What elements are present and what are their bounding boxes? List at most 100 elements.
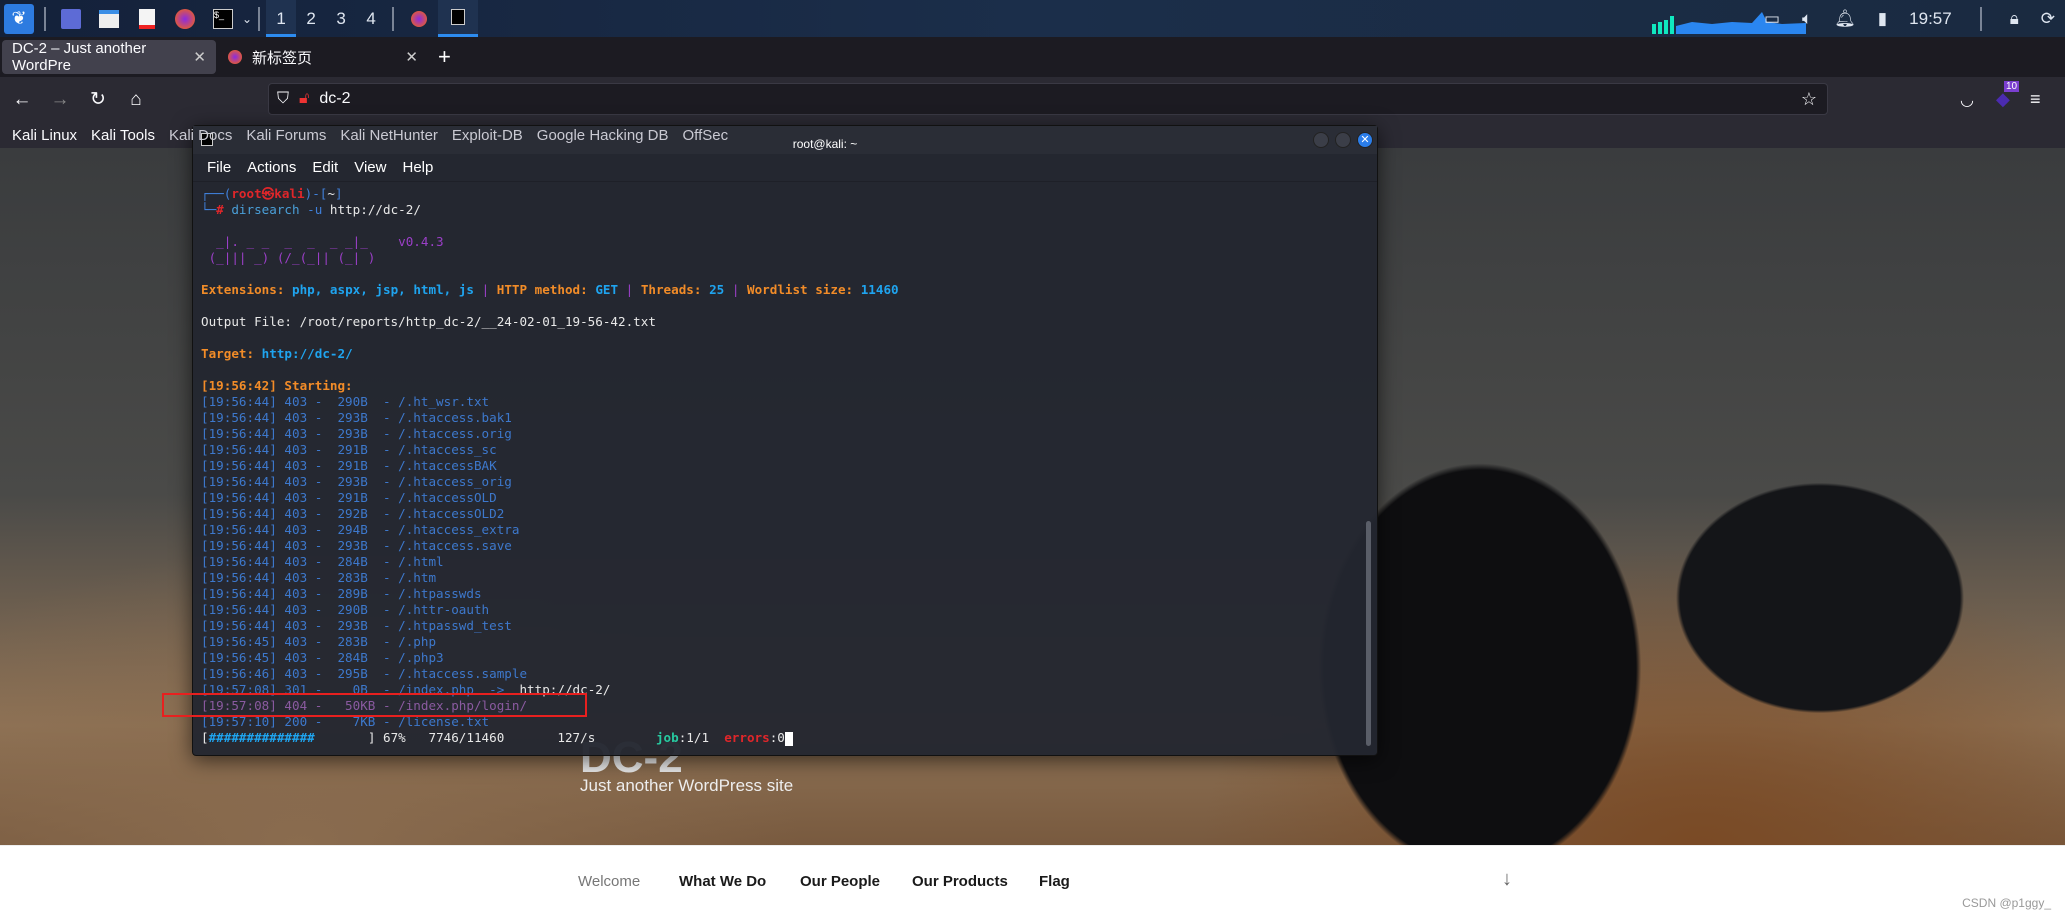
close-icon[interactable]: ✕ [193,48,206,66]
terminal-text: # [216,202,224,217]
terminal-text: Extensions: [201,282,292,297]
workspace-1[interactable]: 1 [266,0,297,37]
menu-edit[interactable]: Edit [312,159,338,176]
new-tab-button[interactable]: + [438,44,451,70]
lock-icon[interactable]: 🔒︎ [2010,9,2019,29]
terminal-line: [19:56:44] 403 - 293B - /.htaccess_orig [201,474,1357,490]
tab-label: DC-2 – Just another WordPre [12,40,147,74]
terminal-line: [19:56:44] 403 - 289B - /.htpasswds [201,586,1357,602]
nav-our-products[interactable]: Our Products [912,873,1008,890]
reload-icon[interactable]: ↻ [82,88,114,111]
minimize-button[interactable] [1313,132,1329,148]
tab-dc2[interactable]: DC-2 – Just another WordPre ✕ [2,40,216,74]
terminal-window-icon[interactable] [438,0,479,37]
bookmark-exploit-db[interactable]: Exploit-DB [452,127,523,144]
battery-icon[interactable]: ▮ [1878,9,1887,29]
desktop-icon[interactable] [56,4,86,34]
workspace-2[interactable]: 2 [296,0,326,37]
terminal-output[interactable]: ┌──(root㉿kali)-[~] └─# dirsearch -u http:… [201,186,1357,746]
menu-view[interactable]: View [354,159,386,176]
terminal-window[interactable]: root@kali: ~ ✕ File Actions Edit View He… [192,125,1378,756]
star-icon[interactable]: ☆ [1801,89,1817,110]
close-icon[interactable]: ✕ [405,48,418,66]
terminal-text: Output File: /root/reports/http_dc-2/__2… [201,314,656,329]
terminal-line: [19:56:44] 403 - 294B - /.htaccess_extra [201,522,1357,538]
terminal-text: ┌──( [201,186,232,201]
firefox-window-icon[interactable] [404,4,434,34]
notification-bell-icon[interactable]: 🔔︎ [1834,9,1856,29]
url-text[interactable]: dc-2 [319,90,350,108]
bookmark-kali-linux[interactable]: Kali Linux [12,127,77,144]
divider [44,6,46,31]
url-bar[interactable]: ⛉ 🔓︎ dc-2 ☆ [268,83,1828,115]
back-icon[interactable]: ← [6,89,38,111]
workspace-4[interactable]: 4 [356,0,386,37]
insecure-lock-icon[interactable]: 🔓︎ [299,90,309,108]
maximize-button[interactable] [1335,132,1351,148]
terminal-title: root@kali: ~ [792,137,858,151]
chevron-down-icon[interactable]: ⌄ [242,12,252,26]
shield-icon[interactable]: ⛉ [277,90,289,108]
kali-menu-icon[interactable]: ❦ [4,3,34,34]
menu-actions[interactable]: Actions [247,159,296,176]
forward-icon[interactable]: → [44,89,76,111]
terminal-line: [19:56:45] 403 - 284B - /.php3 [201,650,1357,666]
pocket-icon[interactable]: ◡ [1960,90,1974,110]
home-icon[interactable]: ⌂ [120,89,152,111]
bookmark-kali-docs[interactable]: Kali Docs [169,127,232,144]
firefox-icon[interactable] [170,4,200,34]
menu-icon[interactable]: ≡ [2030,89,2041,110]
terminal-text: Threads: [640,282,710,297]
terminal-text: [19:56:44] 403 - 291B - /.htaccessOLD [201,490,497,505]
taskbar: ❦ $_ ⌄ 1 2 3 4 ▭ 🔈︎ 🔔︎ ▮ 19:57 🔒︎ ⟳ [0,0,2065,37]
terminal-text: v0.4.3 [398,234,444,249]
menu-file[interactable]: File [207,159,231,176]
terminal-icon[interactable]: $_ [208,4,238,34]
scrollbar[interactable] [1366,521,1371,746]
terminal-text: [19:56:44] 403 - 293B - /.htaccess.bak1 [201,410,512,425]
tab-label: 新标签页 [252,49,313,67]
clock[interactable]: 19:57 [1909,9,1952,29]
volume-icon[interactable]: 🔈︎ [1802,9,1812,29]
divider [392,6,395,31]
terminal-text: _|. _ _ _ _ _ _|_ [201,234,399,249]
network-icon[interactable]: ▭ [1764,9,1780,29]
terminal-text: ############## [208,730,315,745]
terminal-text: [19:56:44] 403 - 290B - /.httr-oauth [201,602,490,617]
terminal-line: Target: http://dc-2/ [201,346,1357,362]
close-button[interactable]: ✕ [1357,132,1373,148]
file-manager-icon[interactable] [94,4,124,34]
terminal-text: [19:56:44] 403 - 290B - /.ht_wsr.txt [201,394,490,409]
menu-help[interactable]: Help [402,159,433,176]
bookmark-offsec[interactable]: OffSec [683,127,729,144]
terminal-text: [19:56:44] 403 - 284B - /.html [201,554,444,569]
terminal-menu: File Actions Edit View Help [193,154,1377,182]
bookmark-kali-forums[interactable]: Kali Forums [246,127,326,144]
nav-flag[interactable]: Flag [1039,873,1070,890]
terminal-text: [19:56:44] 403 - 293B - /.htaccess.orig [201,426,512,441]
extension-icon[interactable]: ◆ 10 [1996,81,2020,110]
bookmark-google-hacking-db[interactable]: Google Hacking DB [537,127,669,144]
bookmark-kali-nethunter[interactable]: Kali NetHunter [340,127,438,144]
terminal-text: 25 [709,282,725,297]
highlight-box [162,693,587,717]
nav-welcome[interactable]: Welcome [578,873,640,890]
browser-tab-bar: DC-2 – Just another WordPre ✕ 新标签页 ✕ + [0,37,2065,103]
terminal-text: Wordlist size: [746,282,861,297]
terminal-text: [19:56:44] 403 - 293B - /.htaccess.save [201,538,512,553]
terminal-text: Target: [201,346,262,361]
text-editor-icon[interactable] [132,4,162,34]
bookmark-kali-tools[interactable]: Kali Tools [91,127,155,144]
terminal-text: GET [595,282,619,297]
workspace-3[interactable]: 3 [326,0,356,37]
terminal-line: [############## ] 67% 7746/11460 127/s j… [201,730,1357,746]
site-subtitle: Just another WordPress site [580,776,794,795]
arrow-down-icon[interactable]: ↓ [1502,868,1512,891]
nav-our-people[interactable]: Our People [800,873,880,890]
logout-icon[interactable]: ⟳ [2041,9,2055,29]
terminal-line: [19:56:45] 403 - 283B - /.php [201,634,1357,650]
tab-new[interactable]: 新标签页 ✕ [218,40,428,74]
nav-what-we-do[interactable]: What We Do [679,873,766,890]
